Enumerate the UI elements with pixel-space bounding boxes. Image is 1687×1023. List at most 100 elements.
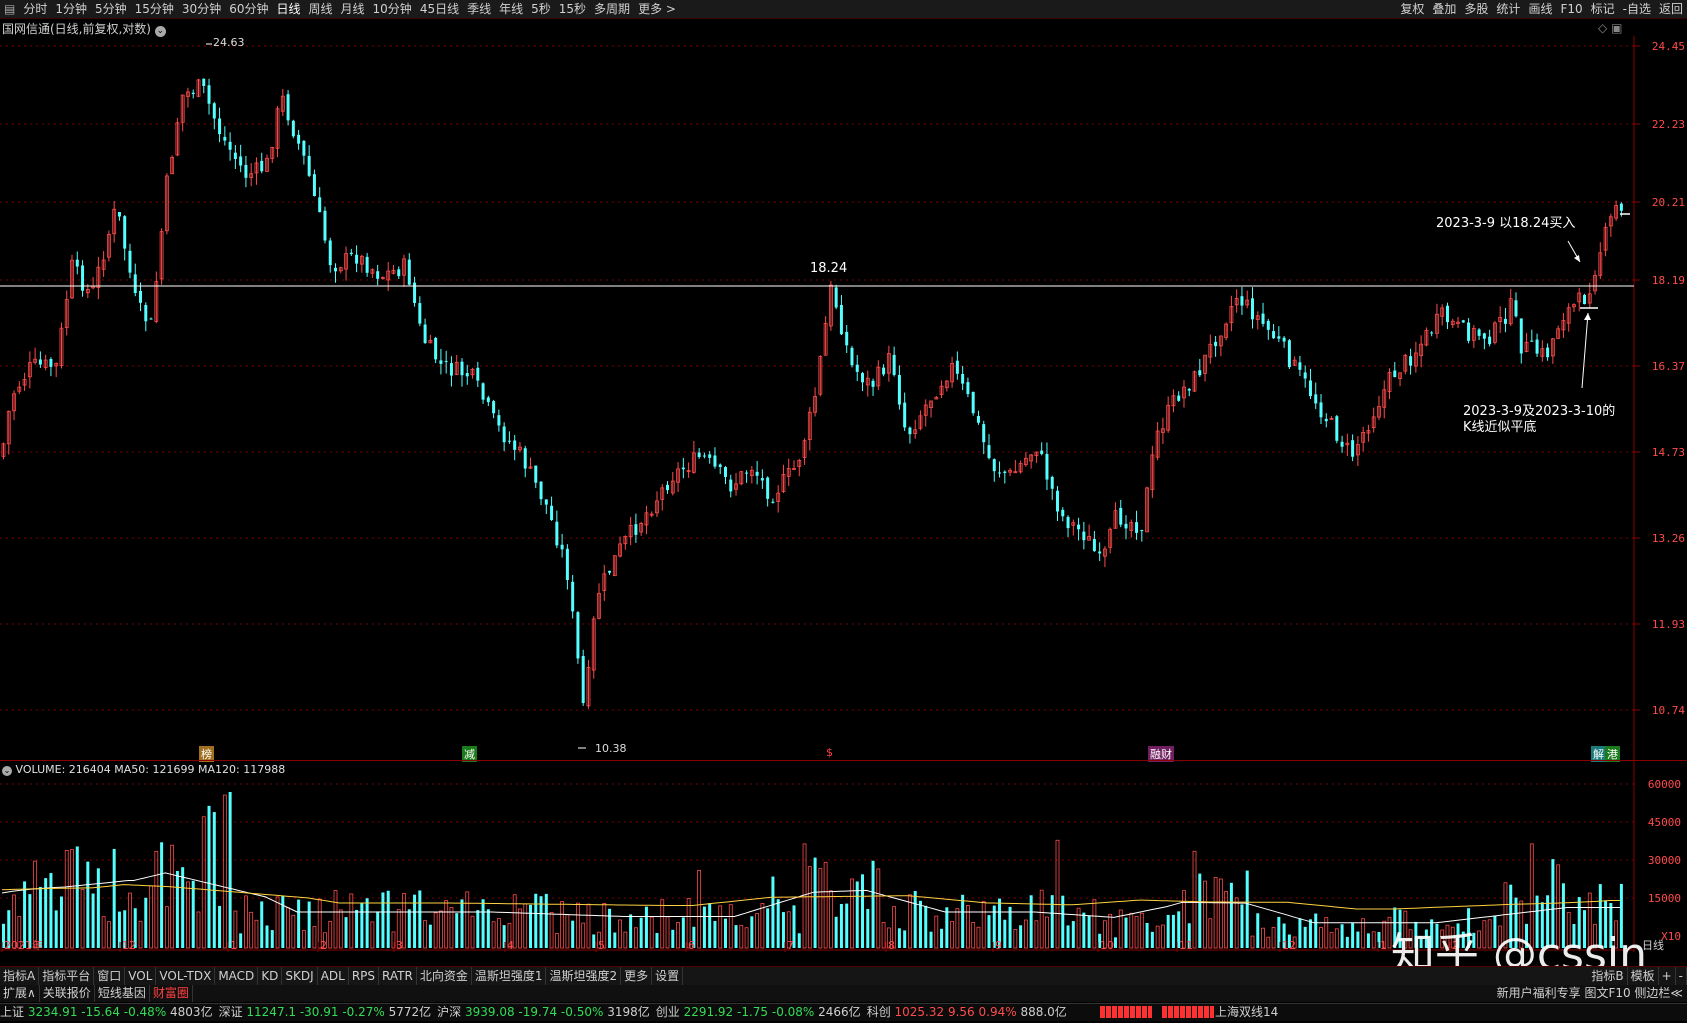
index-amount: 2466亿 [818, 1005, 861, 1019]
volume-bar-down [476, 910, 480, 948]
indicator-tab[interactable]: VOL-TDX [156, 967, 216, 985]
indicator-tab[interactable]: 更多 [621, 967, 653, 985]
indicator-tab[interactable]: 指标A [0, 967, 40, 985]
toolbar-button[interactable]: 返回 [1655, 0, 1687, 18]
indicator-tab[interactable]: VOL [125, 967, 157, 985]
volume-bar-up [576, 902, 580, 949]
indicator-tab[interactable]: 温斯坦强度1 [472, 967, 547, 985]
period-tab[interactable]: 10分钟 [369, 0, 416, 18]
volume-bar-up [876, 868, 881, 949]
breadth-bars [1100, 1006, 1214, 1023]
indicator-right-button[interactable]: - [1676, 967, 1687, 985]
sub-tab[interactable]: 关联报价 [40, 985, 95, 1002]
time-tick-label: 9 [995, 939, 1002, 952]
candle-body-down [871, 380, 875, 387]
period-tab[interactable]: 60分钟 [225, 0, 272, 18]
sub-tabbar: 扩展∧ 关联报价 短线基因 财富圈 新用户福利专享 图文F10 侧边栏≪ [0, 985, 1687, 1002]
period-tab[interactable]: 1分钟 [51, 0, 91, 18]
index-percent: -0.50% [560, 1005, 608, 1019]
price-tick-label: 11.93 [1652, 618, 1685, 631]
indicator-tab[interactable]: MACD [215, 967, 259, 985]
indicator-tab[interactable]: SKDJ [282, 967, 318, 985]
indicator-right-button[interactable]: + [1659, 967, 1676, 985]
candle-body-down [1488, 336, 1492, 345]
period-tab[interactable]: 季线 [463, 0, 495, 18]
toolbar-button[interactable]: 叠加 [1428, 0, 1460, 18]
index-quote[interactable]: 沪深 3939.08 -19.74 -0.50% 3198亿 [437, 1005, 650, 1019]
index-statusbar: 上证 3234.91 -15.64 -0.48% 4803亿 深证 11247.1… [0, 1003, 1687, 1021]
indicator-tab[interactable]: 温斯坦强度2 [546, 967, 622, 985]
period-tab[interactable]: 5秒 [527, 0, 555, 18]
pane-divider[interactable] [0, 760, 1687, 761]
indicator-tab[interactable]: ADL [318, 967, 349, 985]
connection-status[interactable]: 上海双线14 [1215, 1004, 1278, 1021]
indicator-tab[interactable]: RATR [379, 967, 417, 985]
index-quote[interactable]: 科创 1025.32 9.56 0.94% 888.0亿 [867, 1005, 1067, 1019]
toolbar-button[interactable]: -自选 [1619, 0, 1655, 18]
volume-bar-up [1139, 912, 1144, 949]
period-tab[interactable]: 周线 [305, 0, 337, 18]
indicator-tab[interactable]: 北向资金 [417, 967, 472, 985]
period-tab[interactable]: 月线 [337, 0, 369, 18]
toolbar-button[interactable]: 画线 [1524, 0, 1556, 18]
indicator-tab[interactable]: 窗口 [94, 967, 126, 985]
volume-bar-down [1087, 915, 1091, 948]
period-tab[interactable]: 15分钟 [131, 0, 178, 18]
indicator-tab[interactable]: 指标平台 [39, 967, 95, 985]
toolbar-button[interactable]: F10 [1556, 0, 1586, 18]
sub-tab[interactable]: 财富圈 [150, 985, 193, 1002]
period-list: 分时 1分钟 5分钟 15分钟 30分钟 60分钟 日线 周线 月线 10分钟 45日线 季线 年线 5秒… [19, 2, 680, 16]
candle-body-down [971, 391, 975, 414]
period-tab[interactable]: 5分钟 [91, 0, 131, 18]
toolbar-button[interactable]: 复权 [1396, 0, 1428, 18]
candle-body-down [992, 459, 996, 472]
indicator-tab[interactable]: 设置 [652, 967, 684, 985]
index-quote[interactable]: 上证 3234.91 -15.64 -0.48% 4803亿 [0, 1005, 213, 1019]
indicator-tab[interactable]: KD [258, 967, 283, 985]
candle-body-down [1214, 341, 1218, 347]
index-price: 11247.1 [246, 1005, 300, 1019]
period-tab[interactable]: 45日线 [416, 0, 463, 18]
candle-body-down [1461, 320, 1465, 323]
period-tab[interactable]: 分时 [19, 0, 51, 18]
sub-right-links[interactable]: 新用户福利专享 图文F10 侧边栏≪ [1497, 985, 1683, 1002]
indicator-right-button[interactable]: 模板 [1628, 967, 1659, 985]
volume-bar-up [665, 916, 670, 949]
candle-body-down [729, 479, 733, 492]
sub-tab[interactable]: 扩展∧ [0, 985, 40, 1002]
candle-body-down [550, 505, 554, 520]
toolbar-button[interactable]: 标记 [1587, 0, 1619, 18]
index-quote[interactable]: 深证 11247.1 -30.91 -0.27% 5772亿 [219, 1005, 432, 1019]
volume-bar-down [1061, 895, 1065, 948]
volume-bar-down [23, 881, 27, 948]
volume-bar-down [344, 917, 348, 948]
indicator-tab[interactable]: RPS [349, 967, 380, 985]
period-tab[interactable]: 30分钟 [178, 0, 225, 18]
period-tab[interactable]: 多周期 [590, 0, 634, 18]
menu-icon[interactable]: ▤ [0, 0, 19, 18]
candle-body-down [291, 120, 295, 137]
candle-body-down [571, 581, 575, 612]
volume-bar-down [734, 925, 738, 948]
indicator-right-button[interactable]: 指标B [1588, 967, 1628, 985]
period-tab[interactable]: 15秒 [555, 0, 590, 18]
time-tick-label: 7 [787, 939, 794, 952]
index-quote[interactable]: 创业 2291.92 -1.75 -0.08% 2466亿 [656, 1005, 861, 1019]
candlestick-chart[interactable]: 24.45 22.23 20.21 18.19 16.37 14.73 13.26 11.93… [0, 36, 1687, 762]
diamond-icon[interactable]: ◇ [1598, 21, 1607, 35]
sub-tab[interactable]: 短线基因 [95, 985, 150, 1002]
candle-body-down [260, 160, 264, 172]
period-tab[interactable]: 日线 [272, 0, 304, 18]
volume-bar-up [739, 924, 744, 949]
window-icon[interactable]: ▣ [1611, 21, 1622, 35]
candle-body-down [1583, 294, 1586, 305]
toolbar-button[interactable]: 统计 [1492, 0, 1524, 18]
volume-bar-up [154, 851, 159, 949]
period-tab[interactable]: 更多 > [634, 0, 680, 18]
toolbar-button[interactable]: 多股 [1460, 0, 1492, 18]
candle-body-down [460, 361, 464, 376]
period-tab[interactable]: 年线 [495, 0, 527, 18]
candle-body-down [397, 269, 401, 277]
volume-axis: 60000 45000 30000 15000 X10 [1648, 778, 1681, 943]
event-tag[interactable]: $ [824, 746, 835, 759]
